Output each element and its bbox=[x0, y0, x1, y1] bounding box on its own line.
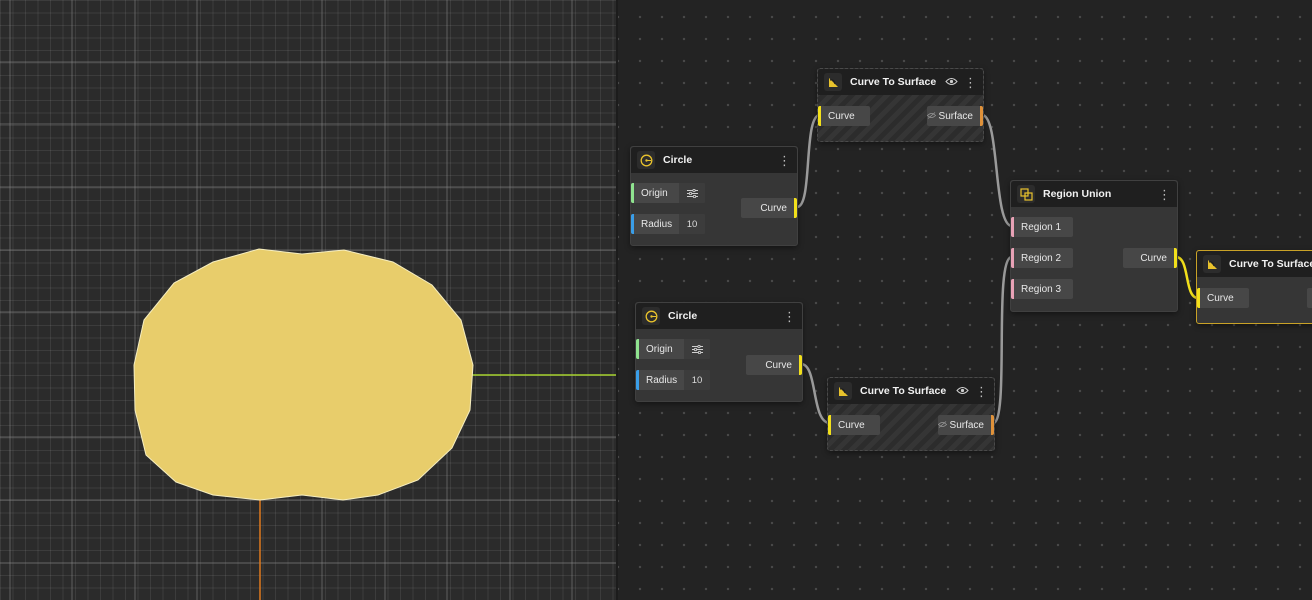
input-port-curve[interactable]: Curve bbox=[1197, 288, 1249, 308]
node-title: Curve To Surface bbox=[860, 385, 947, 397]
more-vertical-icon[interactable]: ⋮ bbox=[964, 76, 977, 89]
input-port-region-3[interactable]: Region 3 bbox=[1011, 279, 1073, 299]
radius-value[interactable]: 10 bbox=[679, 214, 705, 234]
port-label: Origin bbox=[646, 343, 673, 355]
input-port-radius[interactable]: Radius 10 bbox=[631, 214, 705, 234]
more-vertical-icon[interactable]: ⋮ bbox=[783, 310, 796, 323]
input-port-curve[interactable]: Curve bbox=[818, 106, 870, 126]
input-port-origin[interactable]: Origin bbox=[631, 183, 705, 203]
node-graph-editor[interactable]: Curve To Surface ⋮ Curve Surface Circle bbox=[618, 0, 1312, 600]
input-port-region-1[interactable]: Region 1 bbox=[1011, 217, 1073, 237]
node-title: Circle bbox=[668, 310, 698, 322]
node-header[interactable]: Circle ⋮ bbox=[631, 147, 797, 173]
node-title: Region Union bbox=[1043, 188, 1112, 200]
port-label: Surface bbox=[938, 110, 973, 122]
curve-to-surface-icon bbox=[834, 382, 852, 400]
input-port-curve[interactable]: Curve bbox=[828, 415, 880, 435]
curve-to-surface-icon bbox=[1203, 255, 1221, 273]
sliders-icon[interactable] bbox=[679, 183, 705, 203]
node-curve-to-surface-1[interactable]: Curve To Surface ⋮ Curve Surface bbox=[817, 68, 984, 142]
node-header[interactable]: Region Union ⋮ bbox=[1011, 181, 1177, 207]
hidden-eye-icon bbox=[937, 420, 947, 431]
eye-icon[interactable] bbox=[956, 382, 969, 400]
port-label: Region 1 bbox=[1021, 221, 1062, 233]
more-vertical-icon[interactable]: ⋮ bbox=[1158, 188, 1171, 201]
input-port-origin[interactable]: Origin bbox=[636, 339, 710, 359]
node-region-union[interactable]: Region Union ⋮ Region 1 Region 2 Region … bbox=[1010, 180, 1178, 312]
input-port-region-2[interactable]: Region 2 bbox=[1011, 248, 1073, 268]
port-label: Radius bbox=[641, 218, 673, 230]
node-circle-1[interactable]: Circle ⋮ Origin Radius 10 Curve bbox=[630, 146, 798, 246]
circle-icon bbox=[642, 307, 660, 325]
output-port-curve[interactable]: Curve bbox=[1123, 248, 1177, 268]
wire-circle2-to-cts2 bbox=[800, 362, 831, 425]
hidden-eye-icon bbox=[926, 111, 936, 122]
sliders-icon[interactable] bbox=[684, 339, 710, 359]
wire-region-union-to-cts3 bbox=[1175, 255, 1199, 300]
node-title: Circle bbox=[663, 154, 693, 166]
node-circle-2[interactable]: Circle ⋮ Origin Radius 10 Curve bbox=[635, 302, 803, 402]
port-label: Region 3 bbox=[1021, 283, 1062, 295]
union-surface-shape[interactable] bbox=[133, 248, 474, 501]
node-curve-to-surface-2[interactable]: Curve To Surface ⋮ Curve Surface bbox=[827, 377, 995, 451]
node-header[interactable]: Curve To Surface bbox=[1197, 251, 1312, 277]
output-port-surface[interactable]: Surface bbox=[926, 106, 983, 126]
node-header[interactable]: Circle ⋮ bbox=[636, 303, 802, 329]
input-port-radius[interactable]: Radius 10 bbox=[636, 370, 710, 390]
node-header[interactable]: Curve To Surface ⋮ bbox=[828, 378, 994, 404]
output-port-curve[interactable]: Curve bbox=[746, 355, 802, 375]
eye-icon[interactable] bbox=[945, 73, 958, 91]
port-label: Radius bbox=[646, 374, 678, 386]
port-label: Origin bbox=[641, 187, 668, 199]
viewport[interactable] bbox=[0, 0, 616, 600]
node-header[interactable]: Curve To Surface ⋮ bbox=[818, 69, 983, 95]
port-label: Curve bbox=[760, 202, 787, 214]
output-port-stub[interactable] bbox=[1307, 288, 1312, 308]
output-port-curve[interactable]: Curve bbox=[741, 198, 797, 218]
port-label: Surface bbox=[949, 419, 984, 431]
wire-cts1-to-region1 bbox=[981, 113, 1013, 228]
viewport-canvas bbox=[0, 0, 616, 600]
port-label: Curve bbox=[1140, 252, 1167, 264]
port-label: Region 2 bbox=[1021, 252, 1062, 264]
port-label: Curve bbox=[828, 110, 855, 122]
more-vertical-icon[interactable]: ⋮ bbox=[975, 385, 988, 398]
radius-value[interactable]: 10 bbox=[684, 370, 710, 390]
region-union-icon bbox=[1017, 185, 1035, 203]
node-curve-to-surface-3[interactable]: Curve To Surface Curve bbox=[1196, 250, 1312, 324]
port-label: Curve bbox=[1207, 292, 1234, 304]
circle-icon bbox=[637, 151, 655, 169]
more-vertical-icon[interactable]: ⋮ bbox=[778, 154, 791, 167]
curve-to-surface-icon bbox=[824, 73, 842, 91]
output-port-surface[interactable]: Surface bbox=[937, 415, 994, 435]
node-title: Curve To Surface bbox=[1229, 258, 1312, 270]
port-label: Curve bbox=[765, 359, 792, 371]
node-title: Curve To Surface bbox=[850, 76, 937, 88]
port-label: Curve bbox=[838, 419, 865, 431]
